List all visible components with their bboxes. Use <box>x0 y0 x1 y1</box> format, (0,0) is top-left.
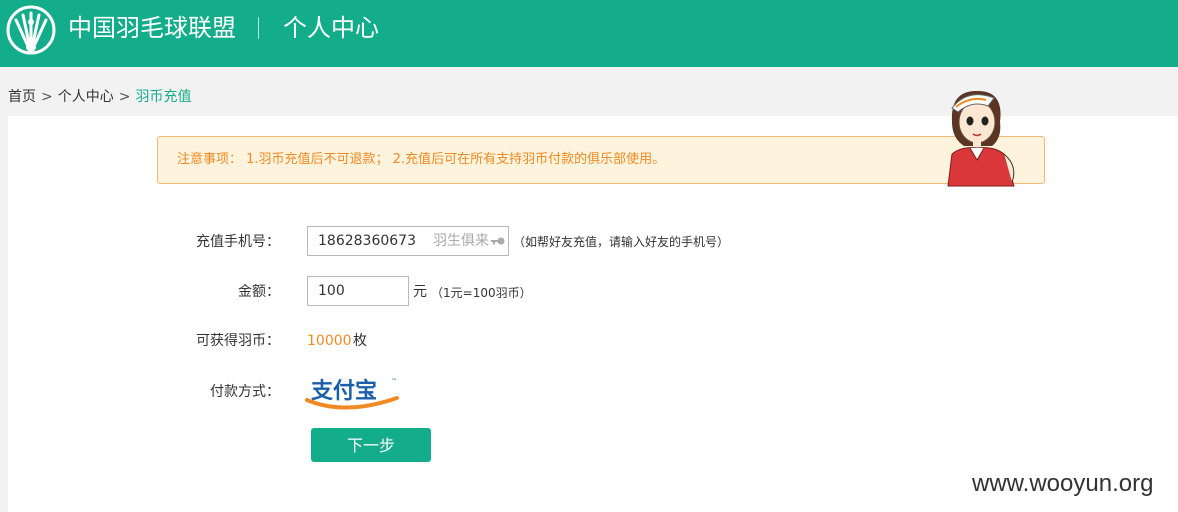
phone-input-placeholder: 羽生俱来 <box>433 233 489 249</box>
amount-input[interactable]: 100 <box>307 276 409 306</box>
breadcrumb-separator: > <box>118 89 131 105</box>
phone-input[interactable]: 18628360673 羽生俱来 <box>307 226 509 256</box>
notice-text: 注意事项： 1.羽币充值后不可退款； 2.充值后可在所有支持羽币付款的俱乐部使用… <box>177 152 666 167</box>
alipay-logo-icon[interactable]: 支付宝 ™ <box>305 376 401 410</box>
amount-unit: 元 <box>413 284 427 300</box>
payment-label: 付款方式： <box>210 384 280 400</box>
phone-hint: （如帮好友充值，请输入好友的手机号） <box>513 235 730 249</box>
breadcrumb-home-link[interactable]: 首页 <box>8 89 36 105</box>
header-divider <box>258 17 259 39</box>
trademark-mark: ™ <box>391 378 397 385</box>
top-header: 中国羽毛球联盟 个人中心 <box>0 0 1178 67</box>
mascot-girl-illustration <box>947 90 1015 187</box>
key-icon[interactable] <box>491 235 505 247</box>
amount-hint: （1元=100羽币） <box>431 286 532 300</box>
coins-label: 可获得羽币： <box>196 333 280 349</box>
next-step-button[interactable]: 下一步 <box>311 428 431 462</box>
watermark-text: www.wooyun.org <box>972 470 1154 497</box>
amount-label: 金额： <box>238 284 280 300</box>
breadcrumb-personal-center-link[interactable]: 个人中心 <box>58 89 114 105</box>
badminton-logo-icon[interactable] <box>5 4 57 56</box>
coins-value: 10000 <box>307 333 352 349</box>
site-title[interactable]: 中国羽毛球联盟 <box>68 12 236 44</box>
breadcrumb-current: 羽币充值 <box>135 89 192 105</box>
notice-box: 注意事项： 1.羽币充值后不可退款； 2.充值后可在所有支持羽币付款的俱乐部使用… <box>157 136 1045 184</box>
alipay-logo-text: 支付宝 <box>311 378 377 404</box>
breadcrumb: 首页 > 个人中心 > 羽币充值 <box>8 88 191 106</box>
coins-unit: 枚 <box>353 333 367 349</box>
section-title: 个人中心 <box>283 14 379 42</box>
phone-input-value: 18628360673 <box>318 233 416 249</box>
phone-label: 充值手机号： <box>196 234 280 250</box>
breadcrumb-separator: > <box>41 89 53 105</box>
